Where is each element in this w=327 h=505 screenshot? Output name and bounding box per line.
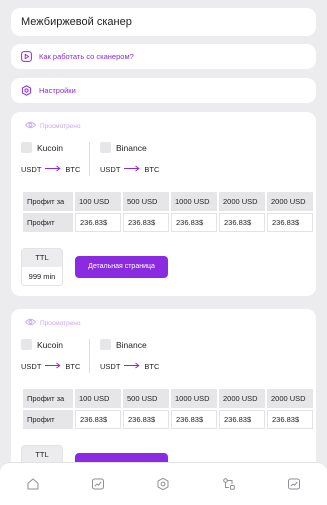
- ttl-value: 999 min: [28, 272, 56, 281]
- chart-icon[interactable]: [287, 477, 301, 491]
- detail-page-button[interactable]: Детальная страница: [75, 256, 168, 278]
- exchange-b[interactable]: Binance: [100, 339, 147, 350]
- ttl-box: TTL 999 min: [21, 248, 63, 286]
- pair-a-from: USDT: [21, 165, 42, 174]
- profit-value: 236.83$: [267, 410, 313, 429]
- profit-header-label: Профит за: [23, 389, 73, 408]
- exchange-a-checkbox[interactable]: [21, 142, 32, 153]
- column-header: 100 USD: [75, 192, 121, 211]
- seen-indicator: Просмотрено: [24, 121, 81, 131]
- exchange-b-checkbox[interactable]: [100, 142, 111, 153]
- exchange-a-name: Kucoin: [37, 339, 63, 350]
- play-icon: [21, 51, 32, 62]
- how-to-link[interactable]: Как работать со сканером?: [11, 44, 316, 69]
- bottom-nav: [0, 462, 327, 505]
- profit-row-label: Профит: [23, 213, 73, 232]
- column-header: 2000 USD: [267, 389, 313, 408]
- profit-table[interactable]: Профит за 100 USD 500 USD 1000 USD 2000 …: [21, 387, 316, 431]
- ttl-label: TTL: [22, 249, 62, 267]
- arrow-right-icon: [41, 165, 65, 174]
- exchange-b[interactable]: Binance: [100, 142, 147, 153]
- seen-label: Просмотрено: [40, 122, 81, 130]
- profit-value: 236.83$: [75, 410, 121, 429]
- eye-icon: [24, 121, 40, 131]
- pair-b-from: USDT: [100, 165, 121, 174]
- settings-icon: [21, 85, 32, 96]
- arrow-right-icon: [41, 362, 65, 371]
- home-icon[interactable]: [26, 477, 40, 491]
- pair-a: USDT BTC: [21, 362, 80, 371]
- pair-b-to: BTC: [144, 362, 160, 371]
- page-title: Межбиржевой сканер: [21, 16, 132, 28]
- page-title-card: Межбиржевой сканер: [11, 8, 316, 36]
- exchange-a[interactable]: Kucoin: [21, 339, 63, 350]
- divider: [89, 339, 90, 373]
- pair-a: USDT BTC: [21, 165, 80, 174]
- column-header: 100 USD: [75, 389, 121, 408]
- column-header: 1000 USD: [171, 192, 217, 211]
- column-header: 500 USD: [123, 192, 169, 211]
- settings-link[interactable]: Настройки: [11, 78, 316, 103]
- pair-b: USDT BTC: [100, 362, 159, 371]
- profit-value: 236.83$: [123, 213, 169, 232]
- exchange-icon[interactable]: [222, 477, 236, 491]
- column-header: 2000 USD: [219, 192, 265, 211]
- pair-b-from: USDT: [100, 362, 121, 371]
- exchange-b-name: Binance: [116, 339, 147, 350]
- profit-value: 236.83$: [171, 213, 217, 232]
- column-header: 500 USD: [123, 389, 169, 408]
- profit-value: 236.83$: [123, 410, 169, 429]
- profit-table[interactable]: Профит за 100 USD 500 USD 1000 USD 2000 …: [21, 190, 316, 234]
- pair-b-to: BTC: [144, 165, 160, 174]
- exchange-b-checkbox[interactable]: [100, 339, 111, 350]
- arbitrage-card: Просмотрено Kucoin USDT BTC Binance USDT…: [11, 112, 316, 296]
- pair-b: USDT BTC: [100, 165, 159, 174]
- seen-label: Просмотрено: [40, 319, 81, 327]
- eye-icon: [24, 318, 40, 328]
- settings-label: Настройки: [39, 86, 76, 95]
- exchange-b-name: Binance: [116, 142, 147, 153]
- arbitrage-card: Просмотрено Kucoin USDT BTC Binance USDT…: [11, 309, 316, 483]
- pair-a-from: USDT: [21, 362, 42, 371]
- column-header: 2000 USD: [267, 192, 313, 211]
- exchange-a-checkbox[interactable]: [21, 339, 32, 350]
- table-row: Профит 236.83$ 236.83$ 236.83$ 236.83$ 2…: [23, 213, 313, 232]
- arrow-right-icon: [120, 165, 144, 174]
- table-header-row: Профит за 100 USD 500 USD 1000 USD 2000 …: [23, 389, 313, 408]
- profit-row-label: Профит: [23, 410, 73, 429]
- table-header-row: Профит за 100 USD 500 USD 1000 USD 2000 …: [23, 192, 313, 211]
- profit-value: 236.83$: [171, 410, 217, 429]
- chart-icon[interactable]: [91, 477, 105, 491]
- profit-header-label: Профит за: [23, 192, 73, 211]
- profit-value: 236.83$: [219, 213, 265, 232]
- table-row: Профит 236.83$ 236.83$ 236.83$ 236.83$ 2…: [23, 410, 313, 429]
- exchange-a[interactable]: Kucoin: [21, 142, 63, 153]
- pair-a-to: BTC: [65, 165, 81, 174]
- how-to-label: Как работать со сканером?: [39, 52, 134, 61]
- profit-value: 236.83$: [267, 213, 313, 232]
- profit-value: 236.83$: [75, 213, 121, 232]
- pair-a-to: BTC: [65, 362, 81, 371]
- seen-indicator: Просмотрено: [24, 318, 81, 328]
- exchange-a-name: Kucoin: [37, 142, 63, 153]
- arrow-right-icon: [120, 362, 144, 371]
- settings-icon[interactable]: [156, 477, 170, 491]
- divider: [89, 142, 90, 176]
- column-header: 2000 USD: [219, 389, 265, 408]
- column-header: 1000 USD: [171, 389, 217, 408]
- profit-value: 236.83$: [219, 410, 265, 429]
